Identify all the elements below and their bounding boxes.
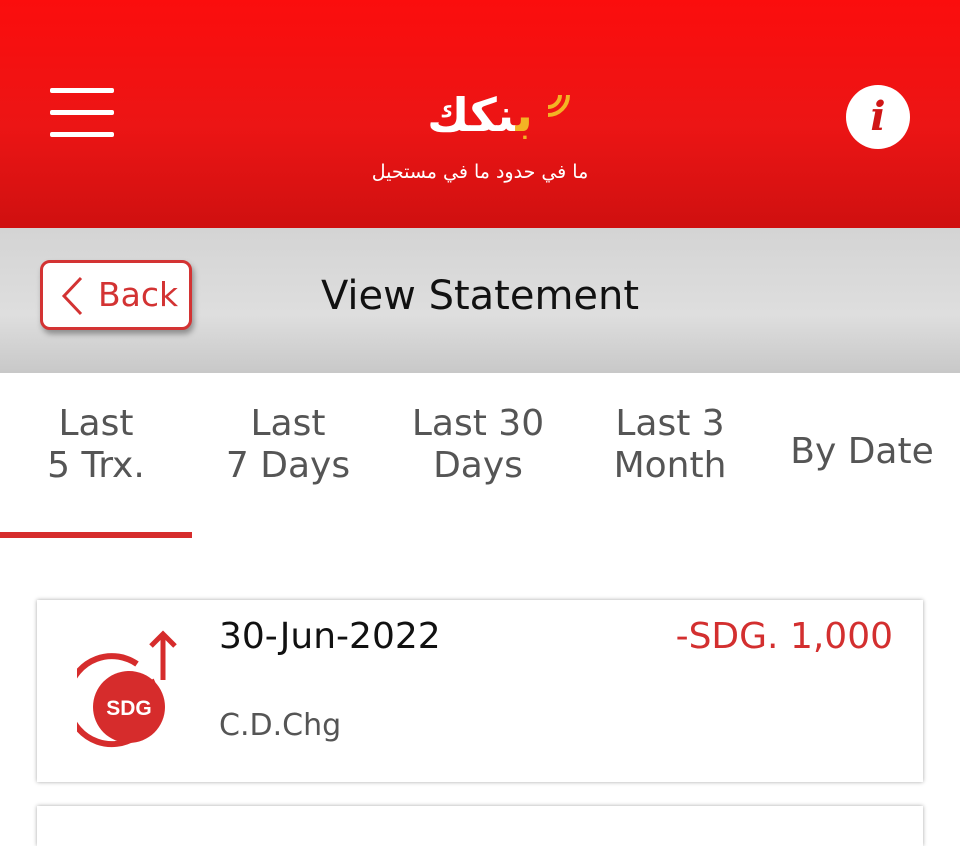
chevron-left-icon [61, 276, 83, 316]
transaction-item[interactable]: SDG 30-Jun-2022 -SDG. 1,000 C.D.Chg [37, 600, 923, 782]
sub-header: Back View Statement [0, 228, 960, 373]
transaction-item[interactable] [37, 806, 923, 846]
tab-label-line: Last [250, 403, 326, 444]
tab-last-7-days[interactable]: Last 7 Days [192, 403, 384, 487]
tab-label-line: By Date [790, 431, 934, 472]
tab-by-date[interactable]: By Date [764, 431, 960, 473]
info-icon[interactable]: i [846, 85, 910, 149]
hamburger-menu-icon[interactable] [50, 88, 114, 138]
transaction-date: 30-Jun-2022 [219, 616, 441, 657]
transaction-amount: -SDG. 1,000 [675, 616, 893, 657]
back-button[interactable]: Back [40, 260, 192, 330]
tab-label-line: Last 30 [411, 403, 545, 444]
transaction-description: C.D.Chg [219, 708, 342, 743]
page-title: View Statement [320, 273, 640, 319]
tab-last-5-trx[interactable]: Last 5 Trx. [0, 403, 192, 487]
menu-bar [50, 88, 114, 93]
brand-logo: بنكك ما في حدود ما في مستحيل [340, 85, 620, 195]
tab-last-30-days[interactable]: Last 30 Days [382, 403, 574, 487]
tab-label-line: Month [613, 445, 727, 486]
menu-bar [50, 132, 114, 137]
brand-name: بنكك [340, 85, 620, 145]
tab-label-line: Last 3 [615, 403, 725, 444]
brand-tagline: ما في حدود ما في مستحيل [371, 161, 589, 183]
brand-name-main: نكك [427, 88, 516, 142]
wifi-signal-icon [547, 94, 570, 117]
app-header: بنكك ما في حدود ما في مستحيل i [0, 0, 960, 228]
statement-period-tabs: Last 5 Trx. Last 7 Days Last 30 Days Las… [0, 373, 960, 543]
tab-label-line: Last [58, 403, 134, 444]
tab-label-line: Days [433, 445, 523, 486]
tab-last-3-month[interactable]: Last 3 Month [574, 403, 766, 487]
active-tab-indicator [0, 532, 192, 538]
tab-label-line: 5 Trx. [47, 445, 145, 486]
back-button-label: Back [98, 275, 179, 314]
currency-badge-text: SDG [106, 697, 152, 720]
menu-bar [50, 110, 114, 115]
tab-label-line: 7 Days [225, 445, 351, 486]
sdg-outgoing-icon: SDG [77, 630, 177, 748]
brand-name-accent: ب [515, 88, 533, 142]
